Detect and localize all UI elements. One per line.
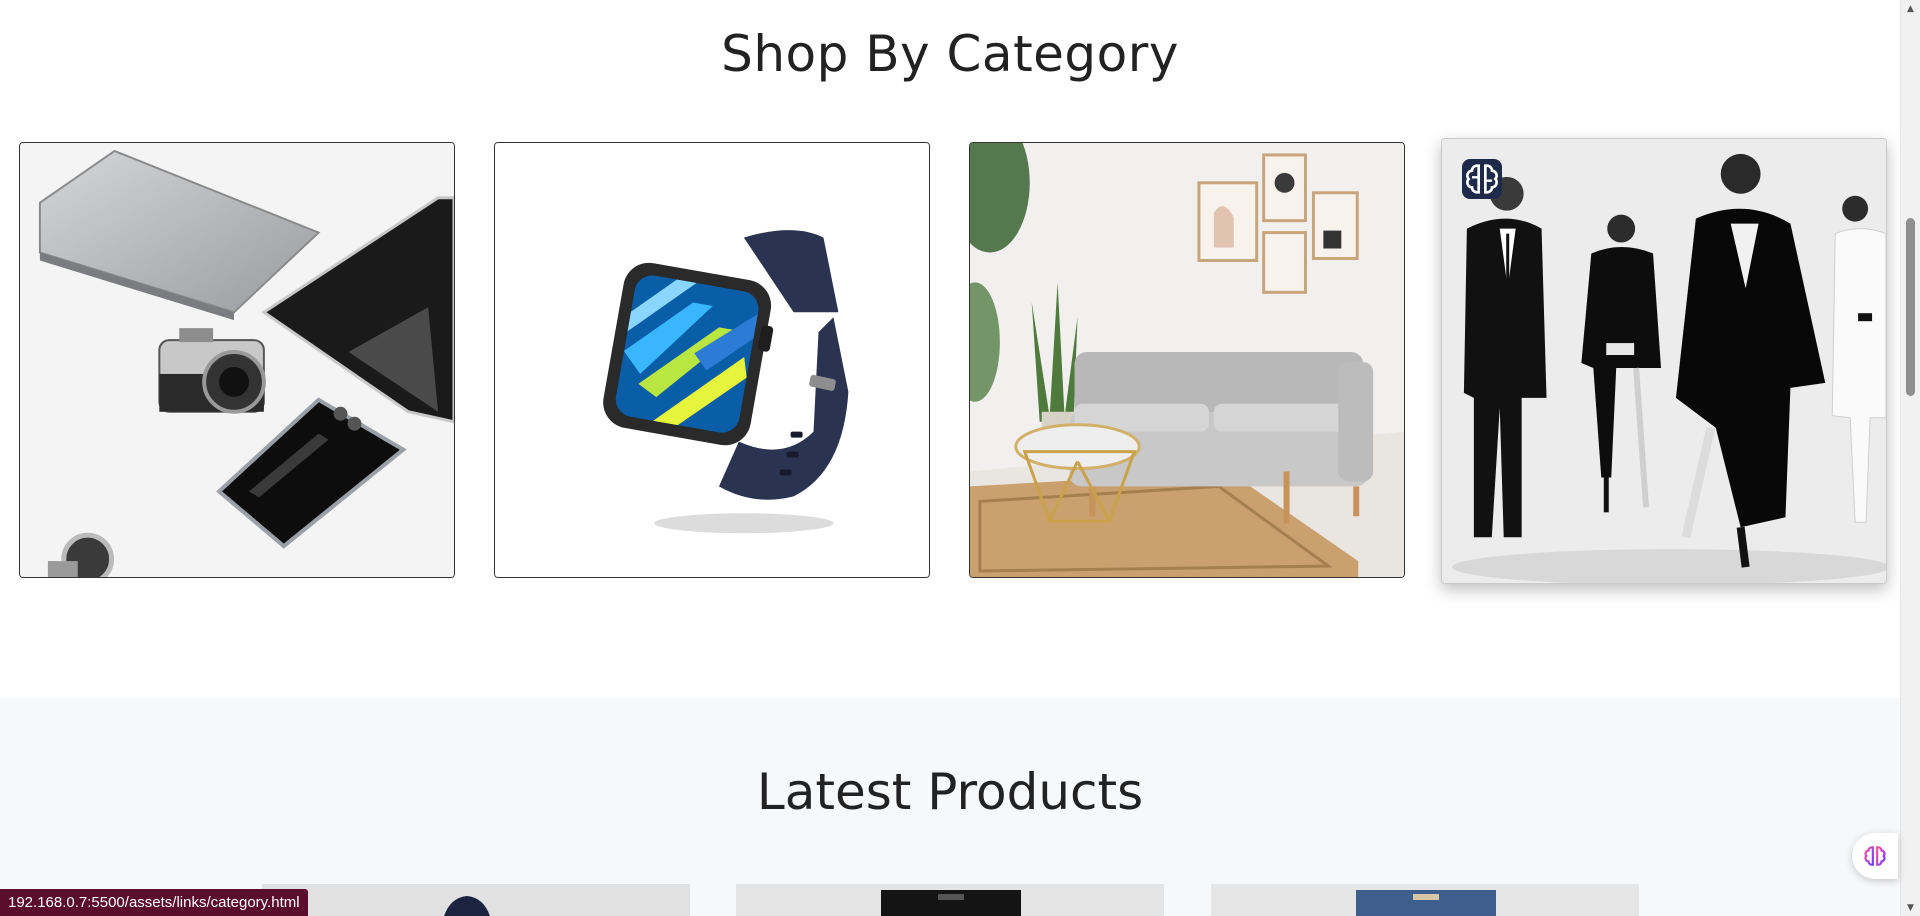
- product-card[interactable]: [736, 884, 1164, 916]
- product-card[interactable]: [1211, 884, 1639, 916]
- latest-products-section: Latest Products: [0, 698, 1900, 916]
- floating-assistant-button[interactable]: [1852, 833, 1898, 879]
- fashion-models-image: [1442, 139, 1886, 583]
- section-title-latest: Latest Products: [756, 763, 1144, 821]
- scroll-up-arrow-icon[interactable]: ▲: [1901, 0, 1920, 17]
- page: Shop By Category Latest Products ▲ ▼ 192…: [0, 0, 1920, 916]
- product-image: [1211, 884, 1639, 916]
- product-card[interactable]: [262, 884, 690, 916]
- category-card-electronics[interactable]: [19, 142, 455, 578]
- brain-icon: [1864, 846, 1886, 866]
- living-room-furniture-image: [970, 143, 1404, 577]
- category-card-fashion[interactable]: [1441, 138, 1887, 584]
- scroll-down-arrow-icon[interactable]: ▼: [1901, 899, 1920, 916]
- ai-badge[interactable]: [1462, 159, 1502, 199]
- product-image: [262, 884, 690, 916]
- shop-by-category-section: Shop By Category: [0, 0, 1900, 698]
- category-card-furniture[interactable]: [969, 142, 1405, 578]
- brain-icon: [1466, 164, 1498, 194]
- electronics-devices-image: [20, 143, 454, 577]
- category-card-smartwatch[interactable]: [494, 142, 930, 578]
- section-title-category: Shop By Category: [721, 25, 1179, 83]
- status-bar-url: 192.168.0.7:5500/assets/links/category.h…: [0, 889, 308, 916]
- smartwatch-image: [495, 143, 929, 577]
- scrollbar-thumb[interactable]: [1906, 218, 1915, 396]
- product-image: [736, 884, 1164, 916]
- vertical-scrollbar[interactable]: ▲ ▼: [1900, 0, 1920, 916]
